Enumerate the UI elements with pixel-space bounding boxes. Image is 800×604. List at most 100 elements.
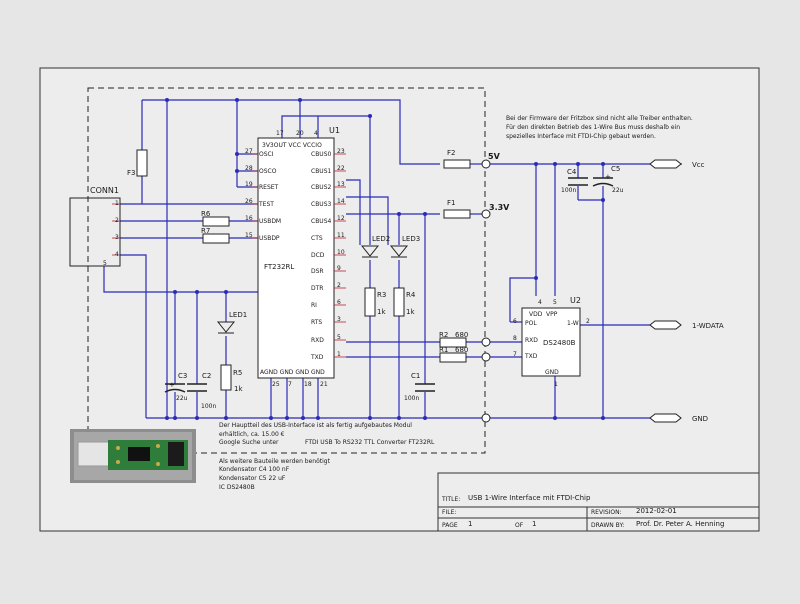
title-label: TITLE: [441, 496, 460, 503]
revision-value: 2012-02-01 [636, 507, 677, 515]
u1-left-pin-name: RESET [259, 184, 279, 191]
u1-right-pin-name: CBUS2 [311, 184, 332, 191]
onewire-label: 1-WDATA [692, 322, 724, 330]
drawn-value: Prof. Dr. Peter A. Henning [636, 520, 724, 528]
5v-terminal [481, 159, 491, 169]
ic-u2: U2 VDD VPP POL RXD TXD 1-W GND DS2480B 4… [513, 296, 590, 388]
u1-left-pin-number: 19 [245, 181, 253, 188]
parts-line-4: IC DS2480B [219, 484, 255, 491]
f1-label: F1 [447, 199, 455, 207]
u1-right-pin-name: CBUS1 [311, 168, 332, 175]
f3-label: F3 [127, 169, 135, 177]
u1-left-pin-number: 15 [245, 232, 253, 239]
u1-pin21: 21 [320, 381, 328, 388]
u1-right-pin-number: 2 [337, 282, 341, 289]
conn1-pin5: 5 [103, 260, 107, 267]
u2-part: DS2480B [543, 339, 576, 347]
u1-left-pin-number: 26 [245, 198, 253, 205]
u1-left-pin-name: OSCI [259, 151, 274, 158]
module-line-3: Google Suche unter [219, 439, 279, 446]
vcc-label: Vcc [692, 161, 705, 169]
u2-pin2: 2 [586, 318, 590, 325]
u1-label: U1 [329, 126, 340, 135]
parts-line-1: Als weitere Bauteile werden benötigt [219, 458, 331, 465]
module-line-1: Der Hauptteil des USB-Interface ist als … [219, 422, 412, 429]
r6-label: R6 [201, 210, 211, 218]
note-line-2: Für den direkten Betrieb des 1-Wire Bus … [506, 124, 680, 131]
u1-left-pin-number: 16 [245, 215, 253, 222]
u1-left-pin-name: USBDP [259, 235, 280, 242]
u2-pin8: 8 [513, 335, 517, 342]
led1-label: LED1 [229, 311, 247, 319]
parts-line-3: Kondensator C5 22 uF [219, 475, 286, 482]
u2-txd: TXD [524, 353, 538, 360]
r5-value: 1k [234, 385, 243, 393]
c5-plus: + [605, 173, 611, 181]
u2-vdd: VDD [529, 311, 543, 318]
c5-value: 22u [612, 187, 624, 194]
conn1-pin3: 3 [115, 234, 119, 241]
u1-pin7: 7 [288, 381, 292, 388]
u1-right-pin-name: RI [311, 302, 317, 309]
u1-left-pin-name: USBDM [259, 218, 281, 225]
net-3v3: 3.3V [489, 203, 510, 212]
rxd-terminal [481, 337, 491, 347]
u2-pin1: 1 [554, 381, 558, 388]
ic-u1: U1 3V3OUT VCC VCCIO 17 20 4 FT232RL AGND… [245, 126, 346, 388]
u1-right-pin-name: CTS [311, 235, 323, 242]
of-label: OF [515, 522, 524, 529]
gnd-terminal [481, 413, 491, 423]
u1-right-pin-name: DCD [311, 252, 325, 259]
u1-right-pin-name: RTS [311, 319, 322, 326]
u1-pin25: 25 [272, 381, 280, 388]
u1-pin17: 17 [276, 130, 284, 137]
c1-label: C1 [411, 372, 420, 380]
c1-value: 100n [404, 395, 419, 402]
net-5v: 5V [488, 152, 501, 161]
u2-pol: POL [525, 320, 537, 327]
u1-right-pin-name: CBUS0 [311, 151, 332, 158]
search-term: FTDI USB To RS232 TTL Converter FT232RL [305, 439, 435, 446]
u1-right-pin-number: 5 [337, 334, 341, 341]
u1-pin4: 4 [314, 130, 318, 137]
u2-label: U2 [570, 296, 581, 305]
c3-label: C3 [178, 372, 187, 380]
of-value: 1 [532, 520, 536, 528]
r5-label: R5 [233, 369, 242, 377]
u1-part: FT232RL [264, 263, 294, 271]
conn1-pin4: 4 [115, 251, 119, 258]
module-line-2: erhältlich, ca. 15.00 € [219, 431, 285, 438]
u1-right-pin-name: DTR [311, 285, 323, 292]
u1-right-pin-number: 13 [337, 181, 345, 188]
u1-right-pin-number: 11 [337, 232, 345, 239]
r2-label: R2 [439, 331, 448, 339]
u1-right-pin-number: 3 [337, 316, 341, 323]
u1-right-pin-name: RXD [311, 337, 324, 344]
u2-pin7: 7 [513, 351, 517, 358]
u1-right-pin-number: 22 [337, 165, 345, 172]
module-photo [70, 429, 196, 483]
r4-label: R4 [406, 291, 416, 299]
u1-pin18: 18 [304, 381, 312, 388]
led3-label: LED3 [402, 235, 420, 243]
page-value: 1 [468, 520, 472, 528]
parts-line-2: Kondensator C4 100 nF [219, 466, 290, 473]
c4-label: C4 [567, 168, 577, 176]
conn1-pin1: 1 [115, 200, 119, 207]
c3-value: 22u [176, 395, 188, 402]
u2-pin4: 4 [538, 299, 542, 306]
u1-right-pin-number: 23 [337, 148, 345, 155]
u1-right-pin-number: 9 [337, 265, 341, 272]
u1-left-pin-name: OSCO [259, 168, 277, 175]
file-label: FILE: [442, 509, 456, 516]
conn1-pin2: 2 [115, 217, 119, 224]
c5-label: C5 [611, 165, 620, 173]
u1-right-pin-number: 12 [337, 215, 345, 222]
c3-plus: + [169, 381, 175, 389]
schematic-canvas: CONN1 1 2 3 4 5 F3 R6 R7 U1 3V3OUT VCC V… [0, 0, 800, 600]
gnd-label: GND [692, 415, 708, 423]
note-line-3: spezielles Interface mit FTDI-Chip gebau… [506, 133, 656, 140]
u1-left-pin-number: 28 [245, 165, 253, 172]
u2-rxd: RXD [525, 337, 538, 344]
led2-label: LED2 [372, 235, 390, 243]
